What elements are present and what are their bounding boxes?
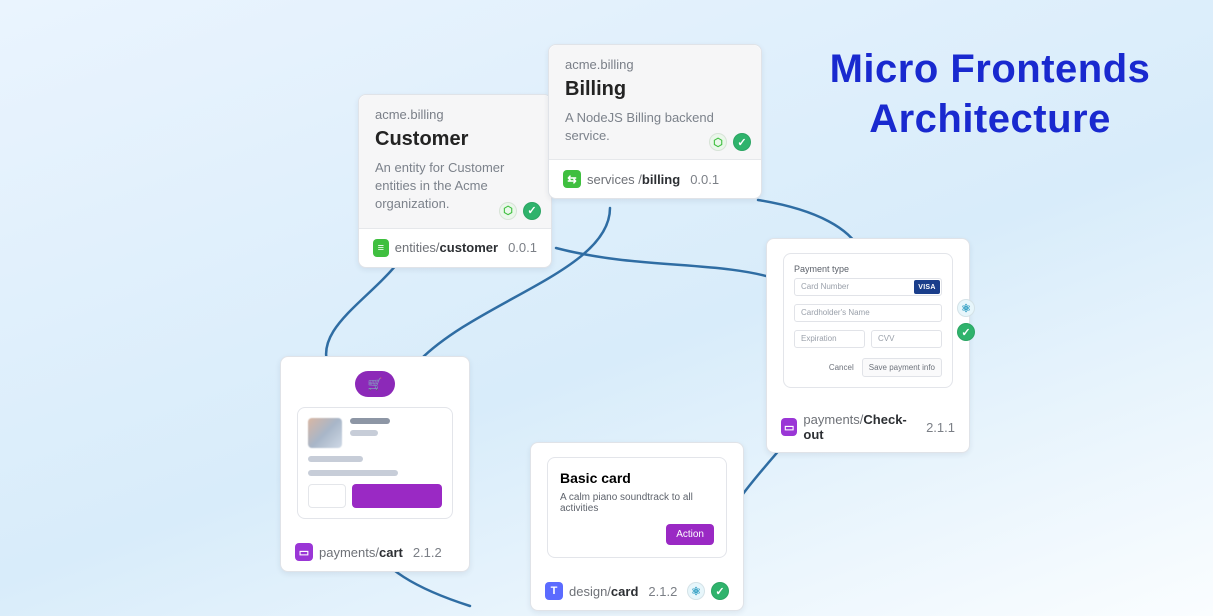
ui-component-icon: ▭ bbox=[781, 418, 797, 436]
version-label: 0.0.1 bbox=[690, 172, 719, 187]
path-label: entities/customer bbox=[395, 240, 498, 255]
cart-icon: 🛒 bbox=[355, 371, 395, 397]
secondary-button[interactable] bbox=[308, 484, 346, 508]
cart-preview: 🛒 bbox=[281, 357, 469, 533]
entity-icon: ≡ bbox=[373, 239, 389, 257]
design-component-icon: T bbox=[545, 582, 563, 600]
card-number-input[interactable]: Card Number VISA bbox=[794, 278, 942, 296]
checkout-preview: Payment type Card Number VISA Cardholder… bbox=[767, 239, 969, 402]
scope-label: acme.billing bbox=[565, 57, 745, 72]
basic-card-body: A calm piano soundtrack to all activitie… bbox=[560, 492, 714, 514]
react-badge-icon: ⚛ bbox=[957, 299, 975, 317]
path-label: design/card bbox=[569, 584, 638, 599]
version-label: 2.1.1 bbox=[926, 420, 955, 435]
placeholder-line bbox=[308, 470, 398, 476]
placeholder-line bbox=[308, 456, 363, 462]
cancel-button[interactable]: Cancel bbox=[829, 363, 854, 372]
placeholder-line bbox=[350, 418, 390, 424]
scope-label: acme.billing bbox=[375, 107, 535, 122]
save-payment-button[interactable]: Save payment info bbox=[862, 358, 942, 377]
placeholder-line bbox=[350, 430, 378, 436]
cvv-input[interactable]: CVV bbox=[871, 330, 942, 348]
component-card-design[interactable]: Basic card A calm piano soundtrack to al… bbox=[530, 442, 744, 611]
card-footer: ▭ payments/cart 2.1.2 bbox=[281, 533, 469, 571]
cart-item-mock bbox=[297, 407, 453, 519]
card-footer: ⇆ services /billing 0.0.1 bbox=[549, 160, 761, 198]
expiration-input[interactable]: Expiration bbox=[794, 330, 865, 348]
card-head: acme.billing Customer An entity for Cust… bbox=[359, 95, 551, 229]
action-button[interactable]: Action bbox=[666, 524, 714, 545]
component-card-billing[interactable]: acme.billing Billing A NodeJS Billing ba… bbox=[548, 44, 762, 199]
diagram-canvas: Micro Frontends Architecture acme.billin… bbox=[0, 0, 1213, 616]
product-thumbnail bbox=[308, 418, 342, 448]
card-footer: ▭ payments/Check-out 2.1.1 bbox=[767, 402, 969, 452]
page-title: Micro Frontends Architecture bbox=[780, 44, 1200, 144]
tech-badge-icon: ⬡ bbox=[709, 133, 727, 151]
react-badge-icon: ⚛ bbox=[687, 582, 705, 600]
status-badges: ⚛ ✓ bbox=[687, 582, 729, 600]
status-badges: ⬡ ✓ bbox=[709, 133, 751, 151]
status-check-icon: ✓ bbox=[733, 133, 751, 151]
card-footer: T design/card 2.1.2 ⚛ ✓ bbox=[531, 572, 743, 610]
basic-card-title: Basic card bbox=[560, 470, 714, 486]
component-card-checkout[interactable]: Payment type Card Number VISA Cardholder… bbox=[766, 238, 970, 453]
service-icon: ⇆ bbox=[563, 170, 581, 188]
primary-button[interactable] bbox=[352, 484, 442, 508]
status-check-icon: ✓ bbox=[523, 202, 541, 220]
visa-badge: VISA bbox=[914, 280, 940, 294]
payment-type-label: Payment type bbox=[794, 264, 942, 274]
design-card-preview: Basic card A calm piano soundtrack to al… bbox=[531, 443, 743, 572]
version-label: 0.0.1 bbox=[508, 240, 537, 255]
component-card-cart[interactable]: 🛒 ▭ payments/cart bbox=[280, 356, 470, 572]
status-check-icon: ✓ bbox=[957, 323, 975, 341]
card-head: acme.billing Billing A NodeJS Billing ba… bbox=[549, 45, 761, 160]
status-check-icon: ✓ bbox=[711, 582, 729, 600]
title-line-1: Micro Frontends bbox=[780, 44, 1200, 94]
cardholder-input[interactable]: Cardholder's Name bbox=[794, 304, 942, 322]
component-name: Customer bbox=[375, 128, 535, 151]
component-card-customer[interactable]: acme.billing Customer An entity for Cust… bbox=[358, 94, 552, 268]
card-footer: ≡ entities/customer 0.0.1 bbox=[359, 229, 551, 267]
title-line-2: Architecture bbox=[780, 94, 1200, 144]
path-label: services /billing bbox=[587, 172, 680, 187]
path-label: payments/cart bbox=[319, 545, 403, 560]
version-label: 2.1.2 bbox=[648, 584, 677, 599]
tech-badge-icon: ⬡ bbox=[499, 202, 517, 220]
path-label: payments/Check-out bbox=[803, 412, 916, 442]
component-name: Billing bbox=[565, 78, 745, 101]
version-label: 2.1.2 bbox=[413, 545, 442, 560]
status-badges: ⬡ ✓ bbox=[499, 202, 541, 220]
status-badges: ⚛ ✓ bbox=[957, 299, 975, 341]
ui-component-icon: ▭ bbox=[295, 543, 313, 561]
